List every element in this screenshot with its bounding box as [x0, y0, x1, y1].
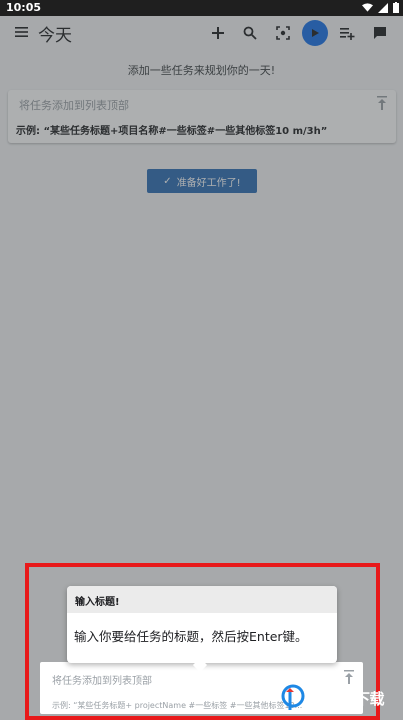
pcpop-logo-icon: [281, 684, 305, 710]
wifi-icon: [362, 2, 373, 12]
status-time: 10:05: [6, 1, 42, 14]
screen: 10:05 今天 添加一些任务来规划你的一天! 将任务添加到列表顶部 示例: “…: [0, 0, 403, 720]
status-bar: 10:05: [0, 0, 403, 16]
watermark: PCPOP下载: [281, 684, 385, 712]
status-icons: [362, 2, 399, 13]
watermark-brand: PCPOP下载: [305, 690, 385, 708]
battery-icon: [393, 2, 399, 13]
signal-icon: [378, 2, 388, 13]
